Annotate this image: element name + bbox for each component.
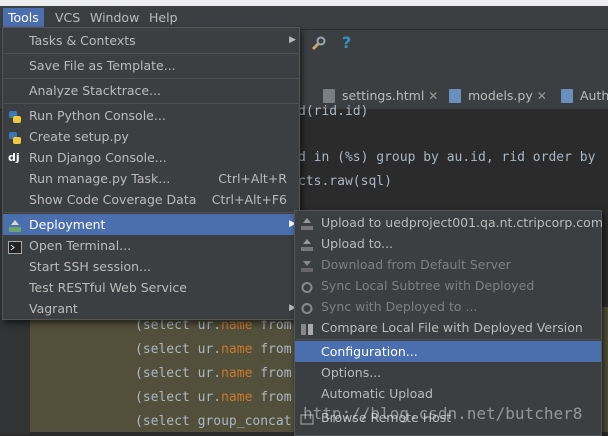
menu-vcs[interactable]: VCS (50, 8, 85, 27)
html-file-icon (323, 89, 335, 103)
menu-item-label: Upload to... (321, 236, 394, 251)
code-line: (select ur.name from (135, 318, 292, 333)
menu-item-label: Run manage.py Task... (29, 171, 171, 186)
menu-separator (4, 212, 298, 213)
menu-item-download-default[interactable]: Download from Default Server (295, 254, 601, 275)
menu-item-shortcut: Ctrl+Alt+F6 (211, 192, 287, 207)
menu-item-run-manage-task[interactable]: Run manage.py Task... Ctrl+Alt+R (3, 168, 299, 189)
code-line: d(rid.id) (298, 104, 369, 119)
menu-item-sync-subtree[interactable]: Sync Local Subtree with Deployed (295, 275, 601, 296)
menu-item-run-django-console[interactable]: dj Run Django Console... (3, 147, 299, 168)
python-icon (8, 130, 22, 144)
tab-models-py[interactable]: models.py ✕ (444, 84, 547, 108)
menu-item-sync-deployed-to[interactable]: Sync with Deployed to ... (295, 296, 601, 317)
menu-item-tasks-contexts[interactable]: Tasks & Contexts ▶ (3, 30, 299, 51)
menu-separator (4, 53, 298, 54)
menu-item-label: Open Terminal... (29, 238, 132, 253)
menu-item-label: Upload to uedproject001.qa.nt.ctripcorp.… (321, 215, 604, 230)
menu-item-shortcut: Ctrl+Alt+R (218, 171, 287, 186)
menu-tools[interactable]: Tools (3, 8, 44, 27)
upload-icon (300, 237, 314, 251)
close-icon[interactable]: ✕ (428, 84, 438, 108)
menu-item-label: Test RESTful Web Service (29, 280, 187, 295)
menu-item-analyze-stacktrace[interactable]: Analyze Stacktrace... (3, 80, 299, 101)
menu-item-label: Sync Local Subtree with Deployed (321, 278, 535, 293)
submenu-arrow-icon: ▶ (289, 35, 296, 45)
python-icon (8, 109, 22, 123)
settings-wrench-icon[interactable] (310, 36, 326, 52)
menu-item-label: Save File as Template... (29, 58, 176, 73)
menu-window[interactable]: Window (85, 8, 144, 27)
menu-item-label: Sync with Deployed to ... (321, 299, 478, 314)
deployment-submenu: Upload to uedproject001.qa.nt.ctripcorp.… (294, 210, 604, 436)
menu-item-automatic-upload[interactable]: Automatic Upload (295, 383, 601, 404)
tab-label: AuthV (580, 88, 608, 103)
watermark-text: http://blog.csdn.net/butcher8 (303, 404, 583, 423)
menu-item-label: Create setup.py (29, 129, 129, 144)
menu-separator (4, 78, 298, 79)
python-file-icon (449, 89, 461, 103)
code-line: d in (%s) group by au.id, rid order by (298, 150, 596, 165)
menu-item-label: Show Code Coverage Data (29, 192, 197, 207)
menu-item-options[interactable]: Options... (295, 362, 601, 383)
menu-item-label: Run Django Console... (29, 150, 167, 165)
menu-item-label: Download from Default Server (321, 257, 511, 272)
menu-item-label: Run Python Console... (29, 108, 166, 123)
deployment-icon (8, 218, 22, 232)
menu-item-ssh-session[interactable]: Start SSH session... (3, 256, 299, 277)
sync-icon (300, 300, 314, 314)
menu-item-show-coverage[interactable]: Show Code Coverage Data Ctrl+Alt+F6 (3, 189, 299, 210)
menu-item-open-terminal[interactable]: Open Terminal... (3, 235, 299, 256)
code-line: cts.raw(sql) (298, 174, 392, 189)
menu-item-create-setup[interactable]: Create setup.py (3, 126, 299, 147)
code-line: (select ur.name from (135, 342, 292, 357)
menu-item-label: Deployment (29, 217, 106, 232)
terminal-icon (8, 239, 22, 254)
code-line: (select ur.name from (135, 390, 292, 405)
menu-item-label: Start SSH session... (29, 259, 151, 274)
menu-item-test-restful[interactable]: Test RESTful Web Service (3, 277, 299, 298)
python-file-icon (561, 89, 573, 103)
menu-item-label: Vagrant (29, 301, 78, 316)
menu-separator (4, 103, 298, 104)
menu-item-label: Analyze Stacktrace... (29, 83, 162, 98)
menu-item-configuration[interactable]: Configuration... (295, 341, 601, 362)
menu-item-label: Tasks & Contexts (29, 33, 136, 48)
tab-label: settings.html (342, 88, 425, 103)
compare-icon (300, 321, 314, 335)
tab-scroll-icon[interactable] (300, 90, 306, 102)
menu-item-upload-to-default[interactable]: Upload to uedproject001.qa.nt.ctripcorp.… (295, 212, 604, 233)
menu-item-label: Automatic Upload (321, 386, 433, 401)
menu-item-vagrant[interactable]: Vagrant ▶ (3, 298, 299, 319)
menu-item-save-template[interactable]: Save File as Template... (3, 55, 299, 76)
download-icon (300, 258, 314, 272)
sync-icon (300, 279, 314, 293)
help-question-icon[interactable]: ? (342, 33, 351, 52)
menu-item-label: Options... (321, 365, 382, 380)
menu-separator (296, 339, 600, 340)
menu-item-label: Compare Local File with Deployed Version (321, 320, 583, 335)
menu-item-run-python-console[interactable]: Run Python Console... (3, 105, 299, 126)
code-line: (select group_concat (135, 414, 292, 429)
upload-icon (300, 216, 314, 230)
menu-item-upload-to[interactable]: Upload to... (295, 233, 601, 254)
code-line: (select ur.name from (135, 366, 292, 381)
close-icon[interactable]: ✕ (537, 84, 547, 108)
tab-authv[interactable]: AuthV (556, 84, 608, 108)
menu-help[interactable]: Help (144, 8, 183, 27)
django-icon: dj (8, 151, 20, 164)
tab-label: models.py (468, 88, 533, 103)
menu-item-label: Configuration... (321, 344, 418, 359)
tools-menu: Tasks & Contexts ▶ Save File as Template… (2, 27, 300, 320)
menu-item-compare-local[interactable]: Compare Local File with Deployed Version (295, 317, 601, 338)
menu-item-deployment[interactable]: Deployment ▶ (3, 214, 299, 235)
